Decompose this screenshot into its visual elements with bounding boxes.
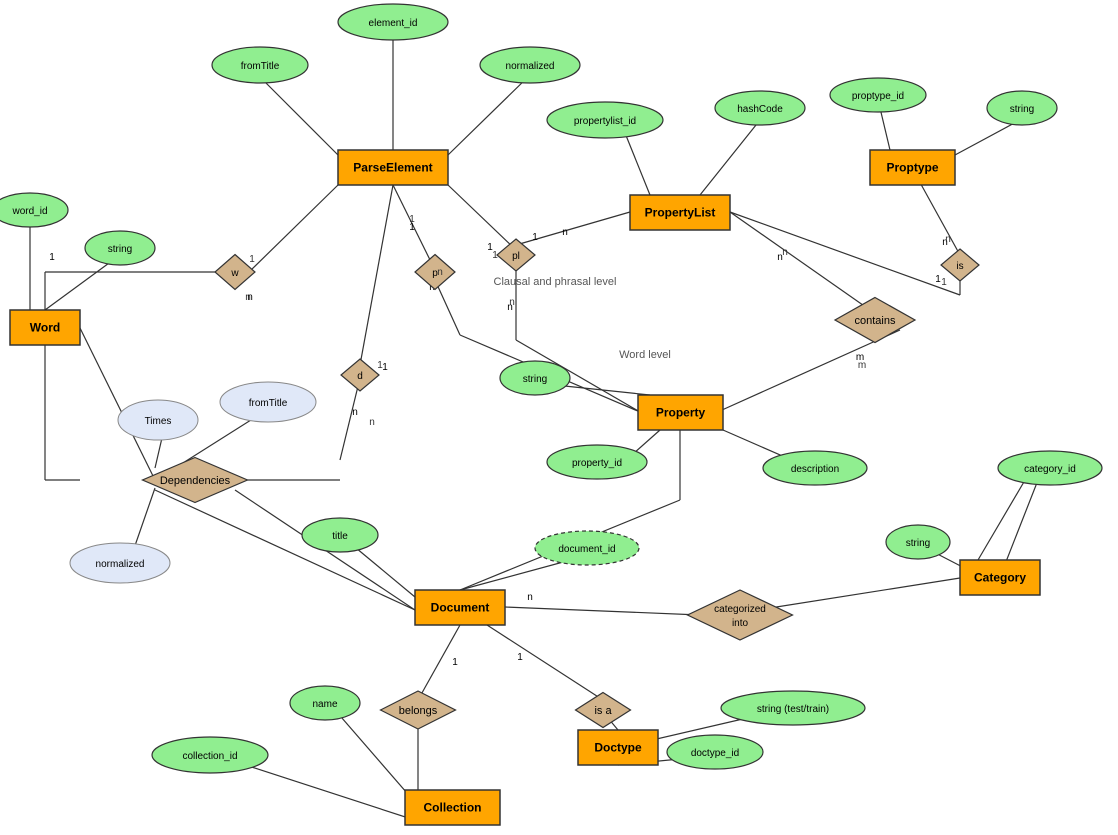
- svg-text:proptype_id: proptype_id: [852, 91, 904, 102]
- svg-text:1: 1: [409, 214, 415, 225]
- svg-text:Document: Document: [431, 601, 490, 615]
- svg-text:pl: pl: [512, 251, 520, 262]
- svg-text:1: 1: [532, 232, 538, 243]
- svg-text:normalized: normalized: [506, 61, 555, 72]
- svg-text:word_id: word_id: [11, 206, 47, 217]
- svg-text:Word level: Word level: [619, 349, 671, 361]
- svg-text:n: n: [562, 227, 568, 238]
- svg-text:name: name: [312, 699, 337, 710]
- svg-text:is a: is a: [594, 705, 612, 717]
- svg-text:normalized: normalized: [96, 559, 145, 570]
- svg-text:1: 1: [382, 362, 388, 373]
- svg-text:n: n: [945, 234, 951, 245]
- svg-text:n: n: [527, 592, 533, 603]
- svg-text:n: n: [437, 267, 443, 278]
- svg-text:fromTitle: fromTitle: [249, 398, 288, 409]
- svg-text:1: 1: [377, 360, 383, 371]
- diagram-canvas: 1n1n1n1n1nnmn1nm1n1nWordParseElementProp…: [0, 0, 1118, 835]
- svg-text:hashCode: hashCode: [737, 104, 783, 115]
- svg-text:document_id: document_id: [558, 544, 615, 555]
- svg-text:string: string: [1010, 104, 1034, 115]
- svg-text:Category: Category: [974, 571, 1026, 585]
- svg-text:PropertyList: PropertyList: [645, 206, 716, 220]
- svg-text:Doctype: Doctype: [594, 741, 642, 755]
- svg-text:collection_id: collection_id: [182, 751, 237, 762]
- svg-text:Word: Word: [30, 321, 60, 335]
- svg-text:m: m: [858, 360, 866, 371]
- svg-text:description: description: [791, 464, 839, 475]
- svg-text:ParseElement: ParseElement: [353, 161, 432, 175]
- svg-text:string: string: [108, 244, 132, 255]
- svg-text:Property: Property: [656, 406, 706, 420]
- svg-text:is: is: [956, 261, 963, 272]
- svg-text:string: string: [906, 538, 930, 549]
- svg-text:into: into: [732, 618, 749, 629]
- svg-text:Collection: Collection: [423, 801, 481, 815]
- svg-text:n: n: [369, 417, 375, 428]
- svg-text:propertylist_id: propertylist_id: [574, 116, 636, 127]
- svg-text:n: n: [782, 247, 788, 258]
- svg-text:n: n: [245, 292, 251, 303]
- svg-text:1: 1: [249, 254, 255, 265]
- svg-text:1: 1: [452, 657, 458, 668]
- svg-text:1: 1: [492, 250, 498, 261]
- svg-text:belongs: belongs: [399, 705, 438, 717]
- svg-text:w: w: [230, 268, 239, 279]
- svg-text:Dependencies: Dependencies: [160, 475, 231, 487]
- svg-text:string: string: [523, 374, 547, 385]
- svg-text:1: 1: [49, 252, 55, 263]
- svg-text:n: n: [509, 297, 515, 308]
- svg-text:n: n: [352, 407, 358, 418]
- svg-text:categorized: categorized: [714, 604, 766, 615]
- svg-text:contains: contains: [855, 315, 896, 327]
- svg-text:Proptype: Proptype: [886, 161, 938, 175]
- svg-text:Times: Times: [145, 416, 172, 427]
- svg-text:fromTitle: fromTitle: [241, 61, 280, 72]
- svg-text:property_id: property_id: [572, 458, 622, 469]
- svg-text:title: title: [332, 531, 348, 542]
- svg-text:d: d: [357, 371, 363, 382]
- svg-text:string (test/train): string (test/train): [757, 704, 829, 715]
- svg-text:Clausal and phrasal level: Clausal and phrasal level: [494, 276, 617, 288]
- svg-text:category_id: category_id: [1024, 464, 1076, 475]
- svg-text:doctype_id: doctype_id: [691, 748, 739, 759]
- svg-text:element_id: element_id: [369, 18, 418, 29]
- svg-text:1: 1: [941, 277, 947, 288]
- er-diagram: 1n1n1n1n1nnmn1nm1n1nWordParseElementProp…: [0, 0, 1118, 835]
- svg-text:1: 1: [517, 652, 523, 663]
